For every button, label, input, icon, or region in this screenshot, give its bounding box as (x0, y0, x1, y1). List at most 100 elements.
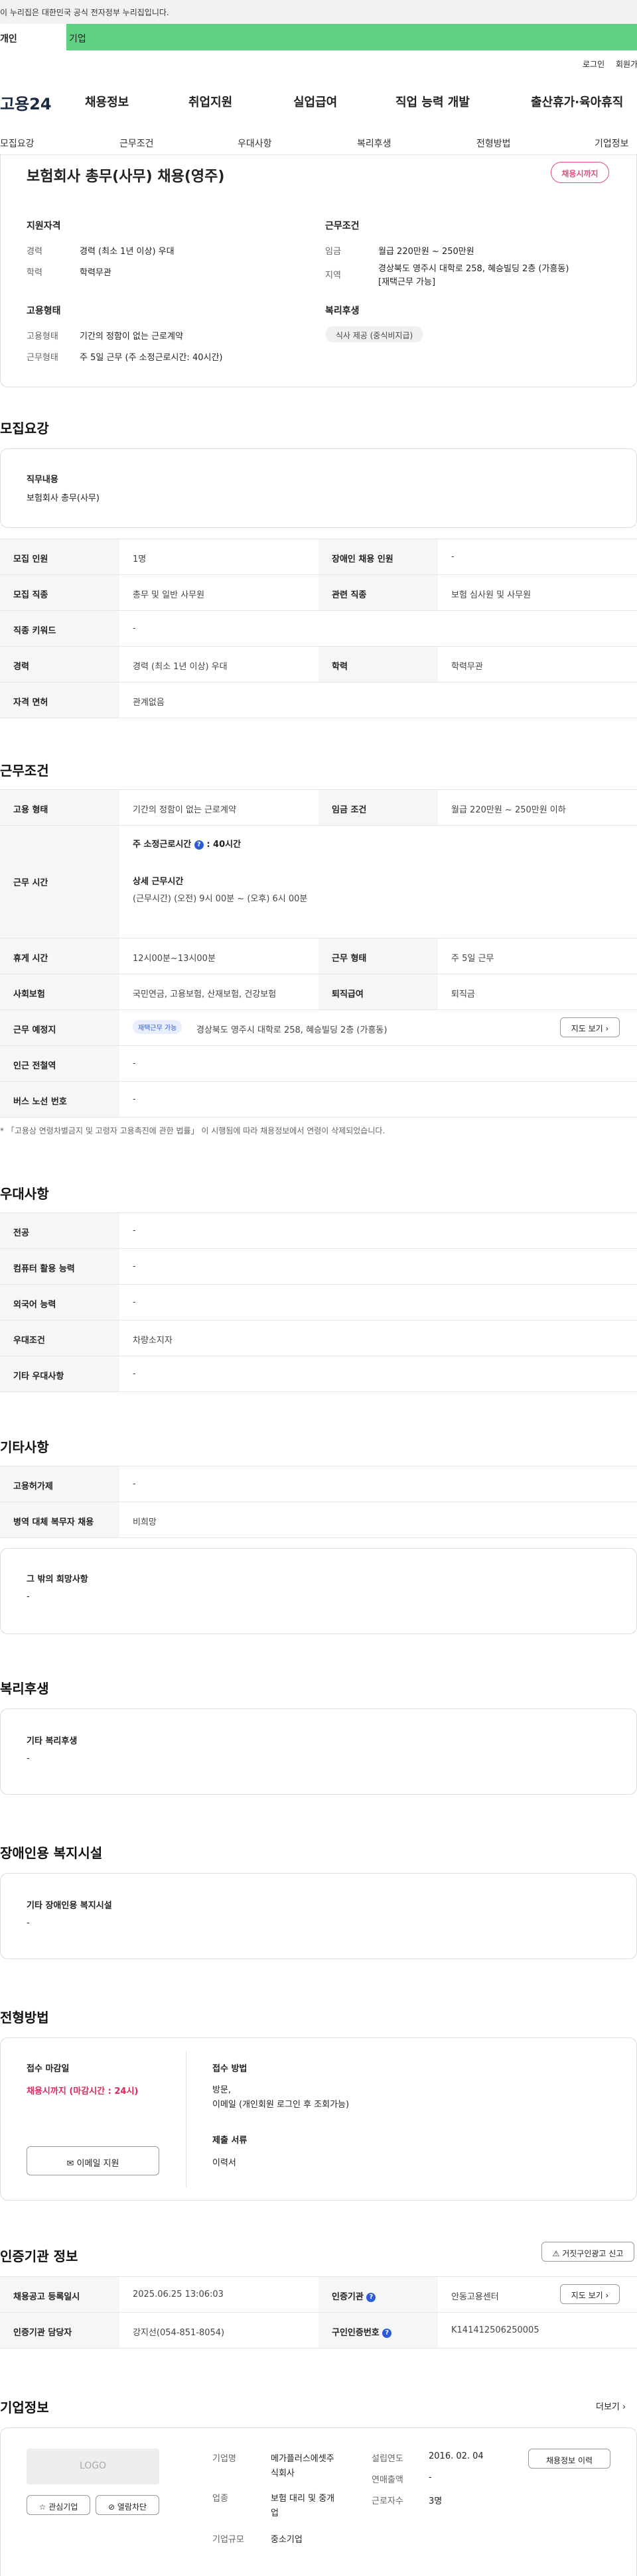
subnav-benefits[interactable]: 복리후생 (357, 137, 391, 150)
age-note: * 「고용상 연령차별금지 및 고령자 고용촉진에 관한 법률」 이 시행됨에 … (0, 1126, 386, 1135)
etc-key: 병역 대체 복무자 채용 (13, 1517, 94, 1527)
selection-heading: 전형방법 (0, 2010, 49, 2026)
chevron-right-icon: › (605, 2291, 609, 2300)
subnav-selection[interactable]: 전형방법 (476, 137, 511, 150)
cond-key: 사회보험 (13, 990, 45, 999)
email-apply-button[interactable]: ✉ 이메일 지원 (27, 2146, 159, 2175)
job-title: 보험회사 총무(사무) 채용(영주) (27, 168, 225, 185)
gnb-item-employment-support[interactable]: 취업지원 (188, 93, 232, 110)
benefits-value: - (27, 1754, 30, 1764)
cond-key: 근무 시간 (13, 878, 48, 888)
map-button-label: 지도 보기 (571, 1024, 603, 1033)
weekly-hours-label: 주 소정근로시간 (133, 840, 192, 850)
welfare-heading: 복리후생 (325, 306, 360, 316)
recruit-value: 총무 및 일반 사무원 (133, 590, 205, 600)
cert-value: K141412506250005 (451, 2325, 539, 2335)
etc-value: 비희망 (133, 1517, 157, 1527)
utility-bar: 로그인 회원가입 (0, 58, 637, 72)
recruit-value: 학력무관 (451, 662, 483, 672)
wage-value: 월급 220만원 ~ 250만원 (378, 247, 474, 257)
star-icon: ☆ (38, 2502, 46, 2512)
duty-value: 보험회사 총무(사무) (27, 493, 100, 503)
company-key: 설립연도 (372, 2454, 403, 2464)
benefits-heading: 복리후생 (0, 1681, 49, 1697)
subnav-company[interactable]: 기업정보 (595, 137, 629, 150)
tab-company[interactable]: 기업 (69, 32, 86, 45)
gnb-item-jobs[interactable]: 채용정보 (85, 93, 129, 110)
area-label: 지역 (325, 271, 341, 281)
area-remote: [재택근무 가능] (378, 277, 436, 287)
method-value: 이메일 (개인회원 로그인 후 조회가능) (212, 2100, 350, 2110)
preference-heading: 우대사항 (0, 1186, 49, 1202)
pref-value: - (133, 1261, 136, 1271)
pref-key: 외국어 능력 (13, 1300, 56, 1310)
question-icon[interactable]: ? (366, 2292, 376, 2302)
tab-personal[interactable]: 개인 (0, 24, 66, 50)
cert-org-label: 인증기관 (332, 2292, 364, 2302)
question-icon[interactable]: ? (382, 2328, 392, 2338)
cond-key: 임금 조건 (332, 805, 367, 815)
pref-key: 우대조건 (13, 1336, 45, 1346)
disabled-value: - (27, 1918, 30, 1928)
company-value: 업 (271, 2508, 279, 2518)
company-value: - (429, 2473, 432, 2482)
cond-key: 고용 형태 (13, 805, 48, 815)
method-label: 접수 방법 (212, 2064, 248, 2074)
emp-heading: 고용형태 (27, 306, 61, 316)
company-value: 보험 대리 및 중개 (271, 2494, 335, 2504)
more-label: 더보기 (596, 2402, 620, 2412)
gnb-item-unemployment[interactable]: 실업급여 (293, 93, 337, 110)
cert-key: 인증기관 담당자 (13, 2328, 72, 2338)
question-icon[interactable]: ? (194, 840, 204, 850)
gov-banner: 이 누리집은 대한민국 공식 전자정부 누리집입니다. (0, 0, 637, 24)
map-button[interactable]: 지도 보기 › (560, 1017, 620, 1037)
gnb-item-parental-leave[interactable]: 출산휴가·육아휴직 (531, 93, 623, 110)
pref-key: 컴퓨터 활용 능력 (13, 1264, 75, 1274)
qual-value: 경력 (최소 1년 이상) 우대 (80, 247, 175, 257)
site-logo[interactable]: 고용24 (0, 91, 52, 114)
cond-value: 퇴직금 (451, 990, 475, 999)
hope-card (0, 1548, 637, 1634)
subnav-preference[interactable]: 우대사항 (238, 137, 272, 150)
cond-key: 근무 형태 (332, 954, 367, 964)
block-view-button[interactable]: ⊘ 열람차단 (96, 2495, 159, 2515)
more-link[interactable]: 더보기 › (596, 2400, 626, 2412)
subnav-conditions[interactable]: 근무조건 (119, 137, 154, 150)
cert-key: 구인인증번호 ? (332, 2325, 392, 2338)
chevron-right-icon: › (622, 2402, 626, 2412)
favorite-label: 관심기업 (48, 2502, 78, 2512)
member-type-tabs: 개인 기업 (0, 24, 637, 50)
company-value: 중소기업 (271, 2535, 303, 2545)
recruit-value: 1명 (133, 554, 147, 564)
docs-value: 이력서 (212, 2158, 236, 2168)
emp-label: 고용형태 (27, 332, 58, 342)
recruit-key: 경력 (13, 662, 29, 672)
history-button[interactable]: 채용정보 이력 (528, 2449, 610, 2469)
report-label: 거짓구인광고 신고 (562, 2249, 624, 2258)
status-badge: 채용시까지 (551, 162, 609, 183)
gnb-item-training[interactable]: 직업 능력 개발 (395, 93, 470, 110)
weekly-hours: 주 소정근로시간 ? : 40시간 (133, 837, 241, 850)
subnav-recruit[interactable]: 모집요강 (0, 137, 35, 150)
duty-label: 직무내용 (27, 475, 58, 485)
pref-value: 차량소지자 (133, 1336, 173, 1346)
cert-no-label: 구인인증번호 (332, 2328, 380, 2338)
signup-link[interactable]: 회원가입 (616, 58, 637, 70)
report-button[interactable]: ⚠ 거짓구인광고 신고 (541, 2242, 634, 2262)
login-link[interactable]: 로그인 (583, 58, 604, 70)
cond-value: 국민연금, 고용보험, 산재보험, 건강보험 (133, 990, 277, 999)
favorite-company-button[interactable]: ☆ 관심기업 (27, 2495, 90, 2515)
cert-map-label: 지도 보기 (571, 2291, 603, 2300)
recruit-value: 보험 심사원 및 사무원 (451, 590, 531, 600)
cond-heading: 근무조건 (325, 221, 360, 231)
deadline-label: 접수 마감일 (27, 2064, 70, 2074)
qual-value: 학력무관 (80, 268, 111, 278)
cond-key: 퇴직급여 (332, 990, 364, 999)
pref-key: 기타 우대사항 (13, 1372, 64, 1382)
wage-label: 임금 (325, 247, 341, 257)
recruit-value: - (451, 552, 455, 562)
cert-value: 2025.06.25 13:06:03 (133, 2289, 224, 2299)
cert-map-button[interactable]: 지도 보기 › (560, 2284, 620, 2304)
hope-label: 그 밖의 희망사항 (27, 1575, 88, 1584)
company-key: 업종 (212, 2494, 228, 2504)
